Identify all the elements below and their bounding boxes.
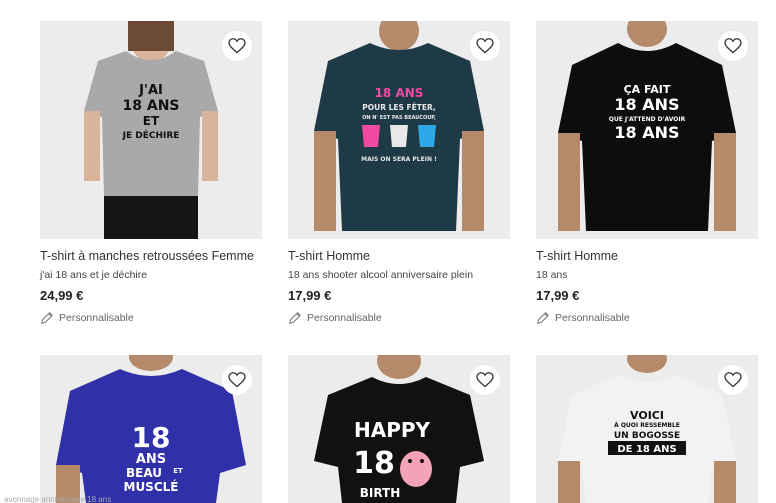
print-line: 18 ANS — [614, 123, 679, 142]
favorite-button[interactable] — [470, 31, 500, 61]
pencil-icon — [41, 312, 53, 324]
product-card[interactable]: VOICI À QUOI RESSEMBLE UN BOGOSSE DE 18 … — [536, 355, 758, 503]
product-subtitle: 18 ans — [536, 269, 568, 281]
print-line: BEAU — [126, 466, 162, 480]
pencil-icon — [289, 312, 301, 324]
customizable-text: Personnalisable — [555, 312, 630, 324]
print-line: 18 — [132, 421, 171, 454]
customizable-label: Personnalisable — [536, 311, 758, 325]
product-image[interactable]: ÇA FAIT 18 ANS QUE J'ATTEND D'AVOIR 18 A… — [536, 21, 758, 239]
customizable-text: Personnalisable — [59, 312, 134, 324]
heart-icon — [228, 38, 246, 54]
product-image[interactable]: HAPPY 18 BIRTH — [288, 355, 510, 503]
favorite-button[interactable] — [470, 365, 500, 395]
print-line: JE DÉCHIRE — [122, 129, 180, 141]
heart-icon — [724, 38, 742, 54]
product-image[interactable]: J'AI 18 ANS ET JE DÉCHIRE — [40, 21, 262, 239]
product-subtitle: j'ai 18 ans et je déchire — [40, 269, 148, 281]
print-line: J'AI — [138, 83, 163, 98]
heart-icon — [476, 38, 494, 54]
favorite-button[interactable] — [222, 31, 252, 61]
heart-icon — [476, 372, 494, 388]
product-subtitle: 18 ans shooter alcool anniversaire plein — [288, 269, 474, 281]
favorite-button[interactable] — [718, 31, 748, 61]
product-price: 17,99 € — [288, 288, 332, 303]
print-line: VOICI — [630, 409, 664, 422]
pencil-icon — [537, 312, 549, 324]
heart-icon — [228, 372, 246, 388]
product-image[interactable]: 18 ANS POUR LES FÊTER, ON N' EST PAS BEA… — [288, 21, 510, 239]
product-card[interactable]: 18 ANS BEAU ET MUSCLÉ — [40, 355, 262, 503]
print-line: 18 ANS — [123, 98, 180, 114]
print-line: ANS — [136, 452, 166, 467]
product-price: 17,99 € — [536, 288, 580, 303]
customizable-label: Personnalisable — [40, 311, 262, 325]
product-card[interactable]: HAPPY 18 BIRTH — [288, 355, 510, 503]
customizable-label: Personnalisable — [288, 311, 510, 325]
print-line: UN BOGOSSE — [614, 431, 680, 441]
print-line: MUSCLÉ — [124, 479, 179, 494]
product-image[interactable]: VOICI À QUOI RESSEMBLE UN BOGOSSE DE 18 … — [536, 355, 758, 503]
product-title[interactable]: T-shirt Homme — [536, 249, 758, 263]
print-line: DE 18 ANS — [617, 444, 676, 455]
product-image[interactable]: 18 ANS BEAU ET MUSCLÉ — [40, 355, 262, 503]
print-line: ET — [173, 467, 183, 475]
product-title[interactable]: T-shirt à manches retroussées Femme — [40, 249, 262, 263]
product-card[interactable]: ÇA FAIT 18 ANS QUE J'ATTEND D'AVOIR 18 A… — [536, 21, 758, 325]
product-title[interactable]: T-shirt Homme — [288, 249, 510, 263]
print-line: ET — [143, 114, 160, 128]
print-line: MAIS ON SERA PLEIN ! — [361, 156, 437, 163]
print-line: 18 ANS — [375, 86, 424, 100]
product-card[interactable]: J'AI 18 ANS ET JE DÉCHIRE T-shirt à manc… — [40, 21, 262, 325]
product-card[interactable]: 18 ANS POUR LES FÊTER, ON N' EST PAS BEA… — [288, 21, 510, 325]
favorite-button[interactable] — [718, 365, 748, 395]
print-line: BIRTH — [360, 486, 401, 500]
print-line: À QUOI RESSEMBLE — [614, 422, 680, 429]
print-line: 18 — [353, 446, 395, 481]
customizable-text: Personnalisable — [307, 312, 382, 324]
footer-text: avonnage anniversaire 18 ans — [4, 495, 112, 503]
print-line: QUE J'ATTEND D'AVOIR — [609, 116, 686, 123]
print-line: HAPPY — [354, 418, 431, 442]
print-line: ON N' EST PAS BEAUCOUP, — [362, 115, 436, 121]
heart-icon — [724, 372, 742, 388]
favorite-button[interactable] — [222, 365, 252, 395]
print-line: 18 ANS — [614, 95, 679, 114]
product-price: 24,99 € — [40, 288, 84, 303]
print-line: POUR LES FÊTER, — [362, 103, 436, 112]
